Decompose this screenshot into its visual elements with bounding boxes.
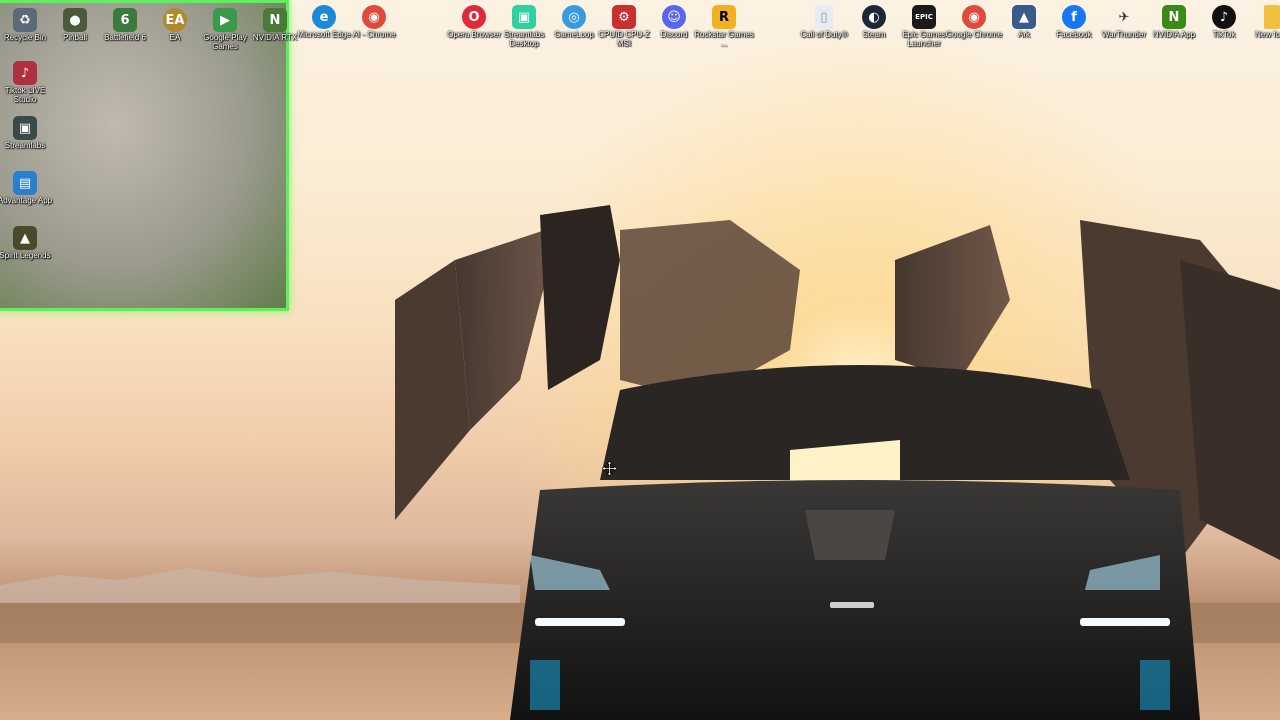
rockstar-games-icon: R: [712, 5, 736, 29]
ark-icon: ▲: [1012, 5, 1036, 29]
streamlabs-desktop-icon: ▣: [512, 5, 536, 29]
advantage-app-shortcut[interactable]: ▤ Advantage App: [0, 168, 55, 205]
tiktok-live-studio-icon: ♪: [13, 61, 37, 85]
desktop[interactable]: ♻ Recycle Bin ● Pinball 6 Battlefield 6 …: [0, 0, 1280, 720]
new-folder-shortcut[interactable]: New fo: [1240, 2, 1280, 39]
nvidia-app-icon: N: [1162, 5, 1186, 29]
rockstar-games-shortcut[interactable]: R Rockstar Games ...: [694, 2, 754, 48]
rockstar-games-label: Rockstar Games ...: [694, 30, 754, 48]
recycle-bin-icon: ♻: [13, 8, 37, 32]
streamlabs-label: Streamlabs: [4, 141, 46, 150]
chrome-ai-shortcut[interactable]: ◉ AI - Chrome: [344, 2, 404, 39]
discord-icon: ☺: [662, 5, 686, 29]
folder-icon: [1264, 5, 1280, 29]
battlefield-icon: 6: [113, 8, 137, 32]
opera-icon: O: [462, 5, 486, 29]
steam-icon: ◐: [862, 5, 886, 29]
advantage-app-label: Advantage App: [0, 196, 53, 205]
google-chrome-icon: ◉: [962, 5, 986, 29]
tiktok-live-studio-label: Tiktok LIVE Studio: [4, 86, 46, 104]
tiktok-icon: ♪: [1212, 5, 1236, 29]
warthunder-icon: ✈: [1118, 9, 1130, 25]
streamlabs-shortcut[interactable]: ▣ Streamlabs: [0, 113, 55, 150]
file-icon: ▯: [815, 5, 833, 29]
spirit-legends-icon: ▲: [13, 226, 37, 250]
gameloop-icon: ◎: [562, 5, 586, 29]
ea-icon: EA: [163, 8, 187, 32]
epic-games-icon: EPIC: [912, 5, 936, 29]
nvidia-rtx-icon: N: [263, 8, 287, 32]
spirit-legends-label: Spirit Legends: [0, 251, 51, 260]
pinball-icon: ●: [63, 8, 87, 32]
chrome-ai-icon: ◉: [362, 5, 386, 29]
facebook-icon: f: [1062, 5, 1086, 29]
cpuid-icon: ⚙: [612, 5, 636, 29]
spirit-legends-shortcut[interactable]: ▲ Spirit Legends: [0, 223, 55, 260]
advantage-app-icon: ▤: [13, 171, 37, 195]
chrome-ai-label: AI - Chrome: [352, 30, 396, 39]
move-cursor-icon: [602, 461, 617, 476]
microsoft-edge-icon: e: [312, 5, 336, 29]
new-folder-label: New fo: [1255, 30, 1280, 39]
streamlabs-icon: ▣: [13, 116, 37, 140]
tiktok-live-studio-shortcut[interactable]: ♪ Tiktok LIVE Studio: [0, 58, 55, 104]
google-play-games-icon: ▶: [213, 8, 237, 32]
